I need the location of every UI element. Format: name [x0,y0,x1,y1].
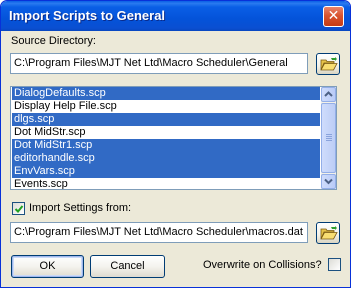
close-icon: ✕ [327,8,340,24]
script-list-item[interactable]: EnvVars.scp [12,165,320,178]
import-scripts-dialog: Import Scripts to General ✕ Source Direc… [0,0,351,288]
close-button[interactable]: ✕ [323,6,344,27]
chevron-up-icon [324,91,333,97]
import-settings-checkbox[interactable] [12,202,25,215]
scripts-listbox[interactable]: DialogDefaults.scp Display Help File.scp d… [10,86,337,190]
script-list-item[interactable]: DialogDefaults.scp [12,87,320,100]
scripts-list: DialogDefaults.scp Display Help File.scp d… [12,87,320,189]
cancel-button[interactable]: Cancel [90,255,165,278]
scroll-up-button[interactable] [321,87,336,102]
folder-open-icon [320,226,338,240]
browse-settings-button[interactable] [316,222,340,244]
overwrite-label: Overwrite on Collisions? [203,259,322,271]
scroll-down-button[interactable] [321,174,336,189]
script-list-item[interactable]: dlgs.scp [12,113,320,126]
import-settings-label: Import Settings from: [29,202,132,214]
script-list-item[interactable]: Dot MidStr.scp [12,126,320,139]
checkmark-icon [14,205,24,213]
script-list-item[interactable]: Dot MidStr1.scp [12,139,320,152]
vertical-scrollbar[interactable] [321,87,336,189]
ok-button[interactable]: OK [11,255,84,278]
dialog-body: Source Directory: C:\Program Files\MJT N… [4,31,347,285]
import-settings-field[interactable]: C:\Program Files\MJT Net Ltd\Macro Sched… [10,222,308,243]
script-list-item[interactable]: Events.scp [12,178,320,189]
source-directory-label: Source Directory: [11,35,96,47]
browse-source-button[interactable] [316,53,340,75]
folder-open-icon [320,57,338,71]
script-list-item[interactable]: editorhandle.scp [12,152,320,165]
overwrite-checkbox[interactable] [328,258,341,271]
script-list-item[interactable]: Display Help File.scp [12,100,320,113]
scroll-thumb[interactable] [321,103,336,173]
chevron-down-icon [324,178,333,185]
title-bar[interactable]: Import Scripts to General ✕ [1,1,350,31]
dialog-title: Import Scripts to General [9,8,166,23]
source-directory-field[interactable]: C:\Program Files\MJT Net Ltd\Macro Sched… [10,53,308,74]
